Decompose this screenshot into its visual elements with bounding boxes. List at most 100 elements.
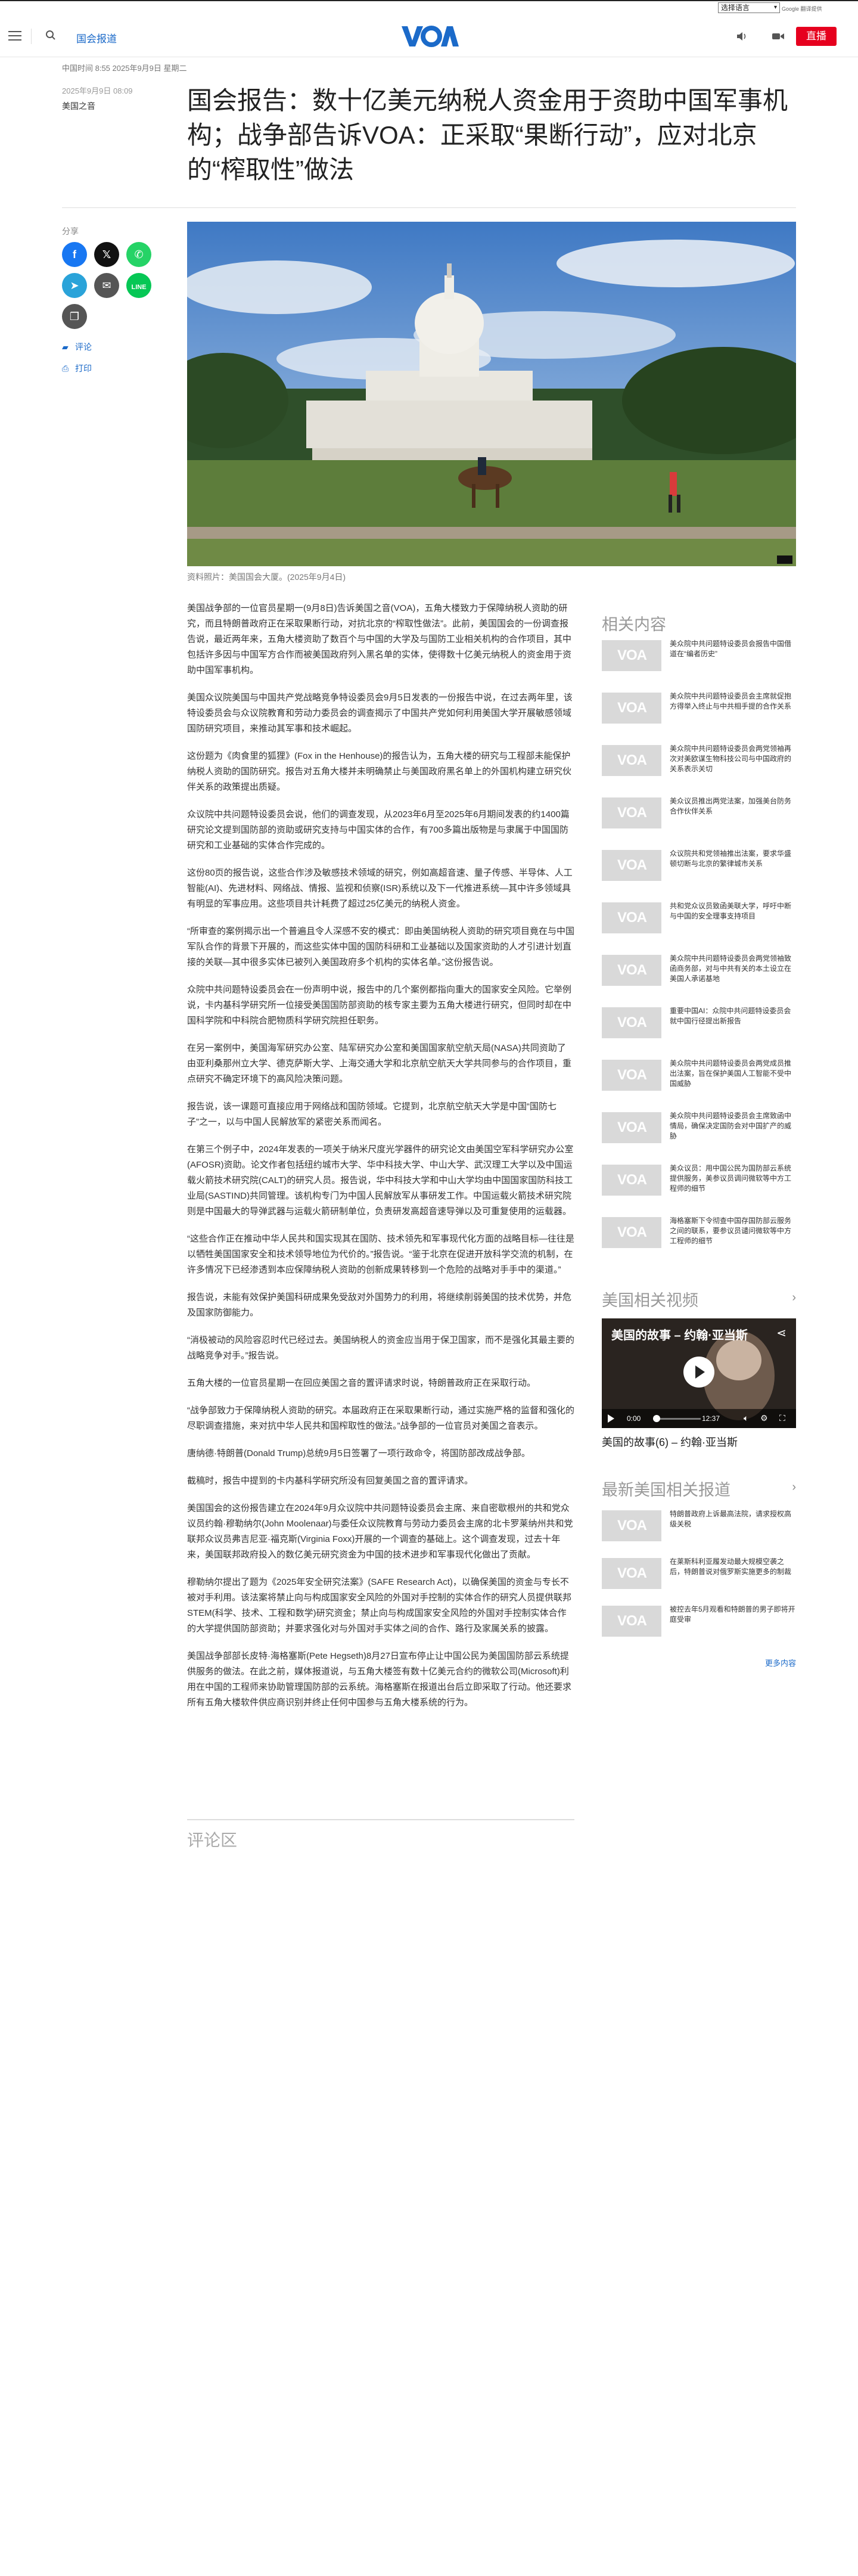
- copy-link-button[interactable]: ❐: [62, 304, 87, 329]
- volume-icon[interactable]: 🔈︎: [744, 1413, 748, 1423]
- comment-icon: ▰: [62, 342, 69, 352]
- latest-item[interactable]: VOA 在莱斯科利亚履发动最大规模空袭之后，特朗普说对俄罗斯实施更多的制裁: [602, 1556, 796, 1591]
- more-content-link[interactable]: 更多内容: [765, 1657, 796, 1668]
- thumbnail: VOA: [602, 1510, 661, 1541]
- latest-news-title[interactable]: 最新美国相关报道 ›: [602, 1477, 796, 1500]
- voa-logo-icon: VOA: [617, 1613, 647, 1629]
- article-paragraph: 在另一案例中，美国海军研究办公室、陆军研究办公室和美国国家航空航天局(NASA)…: [187, 1043, 572, 1084]
- telegram-share-button[interactable]: ➤: [62, 273, 87, 298]
- comments-section-title: 评论区: [187, 1819, 574, 1851]
- article-paragraph: “这些合作正在推动中华人民共和国实现其在国防、技术领先和军事现代化方面的战略目标…: [187, 1234, 574, 1275]
- article-body: 美国战争部的一位官员星期一(9月8日)告诉美国之音(VOA)，五角大楼致力于保障…: [187, 601, 574, 1722]
- related-item-title: 美众院中共问题特设委员会两党领袖再次对美欧谋生物科技公司与中国政府的关系表示关切: [670, 744, 792, 773]
- fullscreen-icon[interactable]: ⛶: [779, 1413, 785, 1423]
- voa-logo[interactable]: [399, 24, 459, 49]
- comment-link-label: 评论: [75, 342, 92, 352]
- related-item[interactable]: VOA 美众院中共问题特设委员会主席致函中情局，确保决定国防会对中国扩产的威胁: [602, 1110, 796, 1146]
- video-progress-knob[interactable]: [653, 1415, 660, 1422]
- play-button[interactable]: [683, 1357, 714, 1388]
- audio-icon[interactable]: [736, 31, 748, 42]
- comment-link[interactable]: ▰ 评论: [62, 341, 92, 353]
- video-player[interactable]: 美国的故事 – 约翰·亚当斯 ⋖ 0:00 12:37 🔈︎ ⚙ ⛶: [602, 1318, 796, 1428]
- thumbnail: VOA: [602, 1165, 661, 1196]
- related-item-title: 海格塞斯下令彻查中国存国防部云服务之间的联系，要参议员谴问微软等中方工程师的细节: [670, 1216, 792, 1245]
- related-item[interactable]: VOA 美众议员：用中国公民为国防部云系统提供服务，美参议员调问微软等中方工程师的…: [602, 1162, 796, 1198]
- thumbnail: VOA: [602, 640, 661, 671]
- related-item[interactable]: VOA 美众院中共问题特设委员会两党领袖再次对美欧谋生物科技公司与中国政府的关系表…: [602, 743, 796, 778]
- video-controls: 0:00 12:37 🔈︎ ⚙ ⛶: [602, 1409, 796, 1428]
- article-paragraph: 美国战争部的一位官员星期一(9月8日)告诉美国之音(VOA)，五角大楼致力于保障…: [187, 603, 572, 675]
- voa-logo-icon: VOA: [617, 647, 647, 663]
- related-item[interactable]: VOA 美众院中共问题特设委员会主席就促抱方得举入终止与中共相手提的合作关系: [602, 690, 796, 726]
- article-paragraph: 众议院中共问题特设委员会说，他们的调查发现，从2023年6月至2025年6月期间…: [187, 809, 570, 851]
- thumbnail: VOA: [602, 1112, 661, 1143]
- settings-icon[interactable]: ⚙: [760, 1413, 768, 1423]
- facebook-share-button[interactable]: f: [62, 242, 87, 267]
- latest-item-title: 被控去年5月观看和特朗普的男子即将开庭受审: [670, 1605, 795, 1624]
- share-label: 分享: [62, 226, 79, 236]
- email-share-button[interactable]: ✉: [94, 273, 119, 298]
- related-video-title[interactable]: 美国相关视频 ›: [602, 1287, 796, 1311]
- language-select[interactable]: 选择语言 ▾: [718, 2, 780, 13]
- thumbnail: VOA: [602, 745, 661, 776]
- related-item-title: 美众议员推出两党法案，加强美台防务合作伙伴关系: [670, 797, 792, 815]
- voa-logo-icon: VOA: [617, 1565, 647, 1581]
- print-link[interactable]: ⎙ 打印: [62, 362, 92, 374]
- voa-logo-icon: VOA: [617, 1517, 647, 1534]
- related-item[interactable]: VOA 美众院中共问题特设委员会报告中国借道在“编者历史”: [602, 638, 796, 674]
- section-link-congress[interactable]: 国会报道: [76, 30, 117, 45]
- telegram-icon: ➤: [70, 280, 79, 291]
- related-item[interactable]: VOA 美众院中共问题特设委员会两党成员推出法案，旨在保护美国人工智能不受中国威胁: [602, 1057, 796, 1093]
- thumbnail: VOA: [602, 1007, 661, 1038]
- article-paragraph: 五角大楼的一位官员星期一在回应美国之音的置评请求时说，特朗普政府正在采取行动。: [187, 1378, 536, 1388]
- voa-logo-icon: VOA: [617, 1172, 647, 1188]
- video-progress-track[interactable]: [653, 1418, 701, 1420]
- search-icon[interactable]: [45, 30, 56, 41]
- share-icon[interactable]: ⋖: [776, 1326, 786, 1340]
- article-byline: 美国之音: [62, 101, 95, 111]
- video-icon[interactable]: [772, 31, 785, 42]
- thumbnail: VOA: [602, 1606, 661, 1637]
- latest-item[interactable]: VOA 特朗普政府上诉最高法院，请求授权高级关税: [602, 1508, 796, 1544]
- related-item[interactable]: VOA 海格塞斯下令彻查中国存国防部云服务之间的联系，要参议员谴问微软等中方工程师…: [602, 1215, 796, 1250]
- live-button[interactable]: 直播: [796, 27, 837, 46]
- related-item[interactable]: VOA 重要中国AI：众院中共问题特设委员会就中国行径提出新报告: [602, 1005, 796, 1041]
- facebook-icon: f: [73, 249, 76, 260]
- article-meta: 中国时间 8:55 2025年9月9日 星期二: [62, 64, 187, 73]
- video-caption[interactable]: 美国的故事(6) – 约翰·亚当斯: [602, 1434, 738, 1450]
- voa-logo-icon: VOA: [617, 962, 647, 978]
- latest-item-title: 特朗普政府上诉最高法院，请求授权高级关税: [670, 1510, 792, 1528]
- thumbnail: VOA: [602, 693, 661, 724]
- copy-icon: ❐: [69, 311, 80, 322]
- voa-logo-icon: VOA: [617, 805, 647, 821]
- whatsapp-share-button[interactable]: ✆: [126, 242, 151, 267]
- related-item-title: 美众院中共问题特设委员会主席致函中情局，确保决定国防会对中国扩产的威胁: [670, 1112, 792, 1140]
- header-divider: [31, 29, 32, 44]
- related-item[interactable]: VOA 美众院中共问题特设委员会两党领袖致函商务部，对与中共有关的本土设立在美国人…: [602, 952, 796, 988]
- print-icon: ⎙: [62, 364, 69, 373]
- divider: [62, 207, 796, 208]
- related-item-title: 美众院中共问题特设委员会两党成员推出法案，旨在保护美国人工智能不受中国威胁: [670, 1059, 792, 1088]
- chevron-right-icon: ›: [792, 1291, 796, 1304]
- line-share-button[interactable]: LINE: [126, 273, 151, 298]
- menu-icon[interactable]: [8, 31, 21, 41]
- latest-item-title: 在莱斯科利亚履发动最大规模空袭之后，特朗普说对俄罗斯实施更多的制裁: [670, 1557, 792, 1576]
- article-paragraph: 众院中共问题特设委员会在一份声明中说，报告中的几个案例都指向重大的国家安全风险。…: [187, 985, 572, 1026]
- related-item[interactable]: VOA 美众议员推出两党法案，加强美台防务合作伙伴关系: [602, 795, 796, 831]
- thumbnail: VOA: [602, 1060, 661, 1091]
- article-paragraph: 穆勒纳尔提出了题为《2025年安全研究法案》(SAFE Research Act…: [187, 1577, 572, 1634]
- x-share-button[interactable]: 𝕏: [94, 242, 119, 267]
- thumbnail: VOA: [602, 1217, 661, 1248]
- related-item[interactable]: VOA 众议院共和党领袖推出法案，要求华盛顿切断与北京的繁律城市关系: [602, 848, 796, 883]
- capitol-photo: [187, 222, 796, 566]
- related-item-title: 美众院中共问题特设委员会两党领袖致函商务部，对与中共有关的本土设立在美国人承诺基…: [670, 954, 792, 983]
- article-paragraph: 截稿时，报告中提到的卡内基科学研究所没有回复美国之音的置评请求。: [187, 1476, 474, 1486]
- related-item[interactable]: VOA 共和党众议员致函美联大学，呼吁中断与中国的安全理事支持项目: [602, 900, 796, 936]
- play-icon[interactable]: [608, 1414, 614, 1423]
- latest-item[interactable]: VOA 被控去年5月观看和特朗普的男子即将开庭受审: [602, 1603, 796, 1639]
- article-paragraph: 报告说，该一课题可直接应用于网络战和国防领域。它提到，北京航空航天大学是中国“国…: [187, 1101, 557, 1127]
- related-content-title: 相关内容: [602, 616, 666, 634]
- email-icon: ✉: [102, 280, 111, 291]
- thumbnail: VOA: [602, 850, 661, 881]
- related-item-title: 共和党众议员致函美联大学，呼吁中断与中国的安全理事支持项目: [670, 902, 792, 920]
